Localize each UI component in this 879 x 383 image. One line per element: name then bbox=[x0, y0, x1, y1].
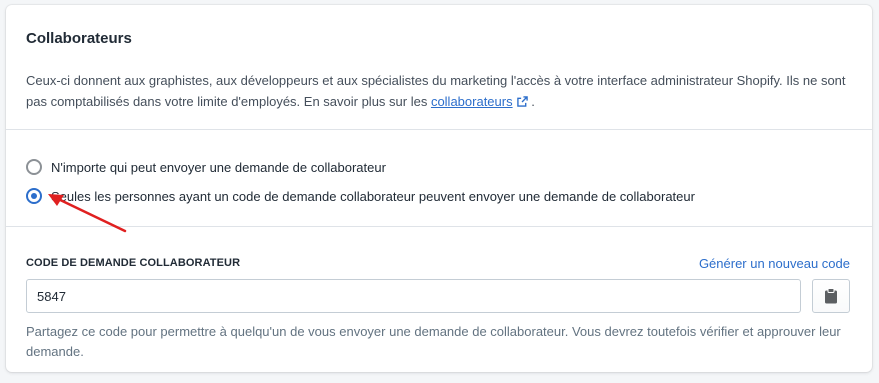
request-code-help-text: Partagez ce code pour permettre à quelqu… bbox=[26, 324, 841, 359]
request-permission-section: N'importe qui peut envoyer une demande d… bbox=[6, 130, 872, 227]
request-code-section: CODE DE DEMANDE COLLABORATEUR Générer un… bbox=[6, 227, 872, 372]
radio-option-anyone[interactable]: N'importe qui peut envoyer une demande d… bbox=[26, 159, 386, 175]
request-code-label: CODE DE DEMANDE COLLABORATEUR bbox=[26, 257, 241, 269]
radio-label-code-only: Seules les personnes ayant un code de de… bbox=[51, 188, 695, 204]
card-description: Ceux-ci donnent aux graphistes, aux déve… bbox=[26, 70, 856, 112]
radio-label-anyone: N'importe qui peut envoyer une demande d… bbox=[51, 159, 386, 175]
description-end: . bbox=[527, 94, 535, 109]
copy-code-button[interactable] bbox=[812, 279, 850, 313]
generate-new-code-link[interactable]: Générer un nouveau code bbox=[699, 256, 850, 271]
card-title: Collaborateurs bbox=[26, 30, 132, 47]
clipboard-icon bbox=[825, 288, 837, 304]
collaborators-card: Collaborateurs Ceux-ci donnent aux graph… bbox=[6, 5, 872, 372]
collaborators-header-section: Collaborateurs Ceux-ci donnent aux graph… bbox=[6, 5, 872, 130]
annotation-arrow-icon bbox=[48, 194, 127, 233]
collaborators-link[interactable]: collaborateurs bbox=[431, 94, 513, 109]
radio-button-anyone[interactable] bbox=[26, 159, 42, 175]
request-code-field[interactable] bbox=[26, 279, 801, 313]
external-link-icon[interactable] bbox=[516, 96, 528, 107]
